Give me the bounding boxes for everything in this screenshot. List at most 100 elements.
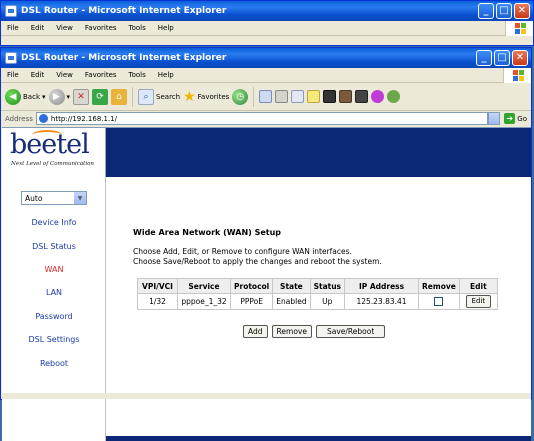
background-browser-window: DSL Router - Microsoft Internet Explorer… <box>0 0 534 46</box>
cell-state: Enabled <box>272 293 311 310</box>
description-line: Choose Save/Reboot to apply the changes … <box>133 256 382 266</box>
address-input[interactable]: http://192.168.1.1/ <box>35 112 489 125</box>
history-icon[interactable]: ◷ <box>232 88 249 105</box>
column-header: VPI/VCI <box>137 278 178 294</box>
people-icon[interactable] <box>387 90 401 103</box>
close-button[interactable]: ✕ <box>512 50 528 66</box>
action-buttons: Add Remove Save/Reboot <box>243 325 386 338</box>
menu-file[interactable]: File <box>1 71 25 79</box>
table-header-row: VPI/VCI Service Protocol State Status IP… <box>137 278 498 294</box>
windows-logo-icon <box>505 21 533 36</box>
search-label: Search <box>156 92 181 101</box>
address-url: http://192.168.1.1/ <box>50 114 117 123</box>
menu-favorites[interactable]: Favorites <box>79 71 123 79</box>
column-header: Protocol <box>229 278 274 294</box>
maximize-button[interactable]: □ <box>496 3 512 19</box>
k-icon[interactable] <box>323 90 337 103</box>
background-title-bar[interactable]: DSL Router - Microsoft Internet Explorer… <box>1 1 533 21</box>
menu-tools[interactable]: Tools <box>123 71 152 79</box>
home-icon[interactable]: ⌂ <box>111 88 128 105</box>
sidebar-item-wan[interactable]: WAN <box>2 265 106 274</box>
toolbar-divider <box>132 86 134 107</box>
column-header: Status <box>309 278 346 294</box>
add-button[interactable]: Add <box>243 325 268 338</box>
refresh-icon[interactable]: ⟳ <box>92 88 109 105</box>
save-reboot-button[interactable]: Save/Reboot <box>315 325 386 338</box>
menu-tools[interactable]: Tools <box>123 24 152 32</box>
messenger-icon[interactable] <box>371 90 385 103</box>
menu-file[interactable]: File <box>1 24 25 32</box>
search-button[interactable]: ⌕ Search <box>138 88 181 105</box>
minimize-button[interactable]: _ <box>476 50 492 66</box>
search-icon: ⌕ <box>138 88 155 105</box>
column-header: Remove <box>418 278 460 294</box>
go-arrow-icon: ➔ <box>504 113 516 124</box>
brand-logo: beetel Next Level of Communication <box>2 128 106 177</box>
back-arrow-icon: ◀ <box>5 88 21 105</box>
page-description: Choose Add, Edit, or Remove to configure… <box>133 247 382 266</box>
close-button[interactable]: ✕ <box>514 3 530 19</box>
minimize-button[interactable]: _ <box>478 3 494 19</box>
description-line: Choose Add, Edit, or Remove to configure… <box>133 247 352 256</box>
address-dropdown-button[interactable] <box>488 112 501 125</box>
favorites-label: Favorites <box>197 92 230 101</box>
forward-arrow-icon: ▶ <box>48 88 65 105</box>
background-window-title: DSL Router - Microsoft Internet Explorer <box>21 6 227 16</box>
column-header: IP Address <box>344 278 420 294</box>
mail-icon[interactable] <box>259 90 273 103</box>
address-bar: Address http://192.168.1.1/ ➔ Go <box>1 111 531 126</box>
remove-button[interactable]: Remove <box>271 325 312 338</box>
sidebar-nav: Auto ▼ Device Info DSL Status WAN LAN Pa… <box>2 177 106 441</box>
menu-edit[interactable]: Edit <box>25 24 51 32</box>
logo-wordmark: beetel <box>10 129 90 160</box>
address-label: Address <box>5 114 33 123</box>
windows-logo-icon <box>503 68 531 83</box>
forward-button[interactable]: ▶ ▾ <box>48 88 71 105</box>
sidebar-item-password[interactable]: Password <box>2 312 106 321</box>
title-bar[interactable]: DSL Router - Microsoft Internet Explorer… <box>1 48 531 68</box>
print-icon[interactable] <box>275 90 289 103</box>
back-label: Back <box>23 92 40 101</box>
sidebar-item-dsl-status[interactable]: DSL Status <box>2 242 106 251</box>
window-title: DSL Router - Microsoft Internet Explorer <box>21 53 227 63</box>
notes-icon[interactable] <box>307 90 321 103</box>
ie-page-icon <box>38 114 48 123</box>
menu-bar: File Edit View Favorites Tools Help <box>1 68 531 83</box>
background-menu-bar: File Edit View Favorites Tools Help <box>1 21 533 36</box>
favorites-button[interactable]: ★ Favorites <box>183 89 229 105</box>
chevron-down-icon: ▼ <box>74 192 86 204</box>
ie-page-icon <box>5 5 17 17</box>
sidebar-item-device-info[interactable]: Device Info <box>2 218 106 227</box>
remove-checkbox[interactable] <box>434 297 444 307</box>
disc-icon[interactable] <box>355 90 369 103</box>
go-button[interactable]: ➔ Go <box>500 113 531 124</box>
standard-toolbar: ◀ Back ▾ ▶ ▾ ✕ ⟳ ⌂ ⌕ Search ★ Favorites … <box>1 83 531 111</box>
sidebar-item-dsl-settings[interactable]: DSL Settings <box>2 335 106 344</box>
cell-status: Up <box>309 293 346 310</box>
menu-favorites[interactable]: Favorites <box>79 24 123 32</box>
cell-remove <box>418 293 460 310</box>
menu-help[interactable]: Help <box>152 71 180 79</box>
ie-page-icon <box>5 52 17 64</box>
sidebar-item-reboot[interactable]: Reboot <box>2 359 106 368</box>
chevron-down-icon: ▾ <box>66 92 71 101</box>
column-header: Edit <box>458 278 498 294</box>
cell-edit: Edit <box>458 293 498 310</box>
stop-icon[interactable]: ✕ <box>73 88 90 105</box>
page-title: Wide Area Network (WAN) Setup <box>133 228 282 237</box>
sidebar-item-lan[interactable]: LAN <box>2 288 106 297</box>
status-bar <box>1 393 531 399</box>
menu-help[interactable]: Help <box>152 24 180 32</box>
menu-view[interactable]: View <box>50 71 79 79</box>
maximize-button[interactable]: □ <box>494 50 510 66</box>
media-icon[interactable] <box>339 90 353 103</box>
menu-edit[interactable]: Edit <box>25 71 51 79</box>
back-button[interactable]: ◀ Back ▾ <box>5 88 46 105</box>
menu-view[interactable]: View <box>50 24 79 32</box>
edit-button[interactable]: Edit <box>465 295 492 308</box>
edit-icon[interactable] <box>291 90 305 103</box>
cell-ip-address: 125.23.83.41 <box>344 293 420 310</box>
table-row: 1/32 pppoe_1_32 PPPoE Enabled Up 125.23.… <box>137 293 498 310</box>
logo-tagline: Next Level of Communication <box>11 161 94 167</box>
language-select[interactable]: Auto ▼ <box>21 191 87 205</box>
